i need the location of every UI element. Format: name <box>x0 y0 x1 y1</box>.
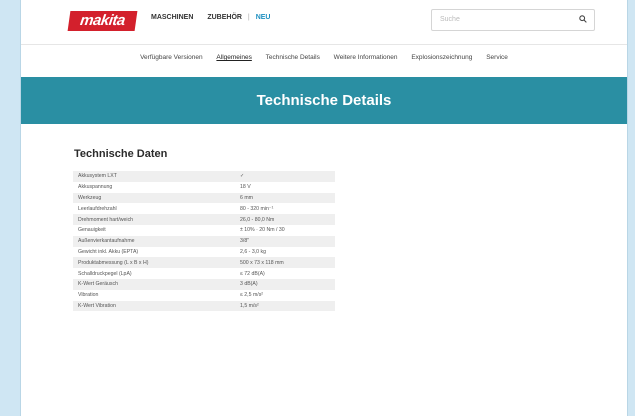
subnav-technische-details[interactable]: Technische Details <box>266 46 320 70</box>
spec-label: Akkusystem LXT <box>73 171 235 182</box>
subnav-weitere-informationen[interactable]: Weitere Informationen <box>334 46 398 70</box>
spec-value: 18 V <box>235 181 335 193</box>
nav-item-zubehoer[interactable]: ZUBEHÖR <box>207 14 242 21</box>
spec-label: Akkuspannung <box>73 181 235 193</box>
spec-label: Außenvierkantaufnahme <box>73 235 235 247</box>
table-row: Drehmoment hart/weich 26,0 - 80,0 Nm <box>73 214 335 225</box>
makita-logo[interactable]: makita <box>67 11 138 31</box>
spec-value: 2,6 - 3,0 kg <box>235 246 335 258</box>
spec-label: Produktabmessung (L x B x H) <box>73 257 235 269</box>
subnav-explosionszeichnung[interactable]: Explosionszeichnung <box>411 46 472 70</box>
table-row: K-Wert Vibration 1,5 m/s² <box>73 300 335 312</box>
spec-value: ≤ 2,5 m/s² <box>235 289 335 301</box>
spec-value: 500 x 73 x 118 mm <box>235 257 335 269</box>
section-banner: Technische Details <box>21 77 627 124</box>
spec-value: 1,5 m/s² <box>235 300 335 312</box>
spec-value: ± 10% · 20 Nm / 30 <box>235 224 335 236</box>
nav-item-maschinen[interactable]: MASCHINEN <box>151 14 193 21</box>
search-icon[interactable] <box>579 15 587 23</box>
spec-value: 3 dB(A) <box>235 278 335 290</box>
spec-value: ≤ 72 dB(A) <box>235 268 335 279</box>
spec-value: 26,0 - 80,0 Nm <box>235 214 335 225</box>
spec-value: 6 mm <box>235 192 335 204</box>
table-row: Schalldruckpegel (LpA) ≤ 72 dB(A) <box>73 268 335 279</box>
specs-title: Technische Daten <box>74 148 168 160</box>
table-row: Vibration ≤ 2,5 m/s² <box>73 289 335 301</box>
spec-label: K-Wert Vibration <box>73 300 235 312</box>
spec-value: 80 - 320 min⁻¹ <box>235 203 335 215</box>
page-frame: makita MASCHINEN ZUBEHÖR | NEU Suche Ver… <box>20 0 628 416</box>
table-row: Produktabmessung (L x B x H) 500 x 73 x 1… <box>73 257 335 269</box>
spec-label: K-Wert Geräusch <box>73 278 235 290</box>
subnav-verfuegbare-versionen[interactable]: Verfügbare Versionen <box>140 46 203 70</box>
subnav-allgemeines[interactable]: Allgemeines <box>216 46 251 70</box>
spec-label: Werkzeug <box>73 192 235 204</box>
table-row: Akkusystem LXT ✓ <box>73 171 335 182</box>
nav-divider: | <box>247 14 250 21</box>
subnav-service[interactable]: Service <box>486 46 508 70</box>
spec-value: 3/8" <box>235 235 335 247</box>
spec-label: Genauigkeit <box>73 224 235 236</box>
table-row: Leerlaufdrehzahl 80 - 320 min⁻¹ <box>73 203 335 215</box>
table-row: Gewicht inkl. Akku (EPTA) 2,6 - 3,0 kg <box>73 246 335 258</box>
specs-table: Akkusystem LXT ✓ Akkuspannung 18 V Werkzeu… <box>73 171 335 312</box>
main-nav: MASCHINEN ZUBEHÖR | NEU <box>151 14 282 21</box>
search-input[interactable]: Suche <box>440 16 460 23</box>
table-row: Außenvierkantaufnahme 3/8" <box>73 235 335 247</box>
spec-label: Leerlaufdrehzahl <box>73 203 235 215</box>
sub-nav: Verfügbare Versionen Allgemeines Technis… <box>21 46 627 70</box>
table-row: Werkzeug 6 mm <box>73 192 335 204</box>
table-row: K-Wert Geräusch 3 dB(A) <box>73 278 335 290</box>
spec-label: Gewicht inkl. Akku (EPTA) <box>73 246 235 258</box>
spec-label: Schalldruckpegel (LpA) <box>73 268 235 279</box>
search-box[interactable]: Suche <box>431 9 595 31</box>
table-row: Akkuspannung 18 V <box>73 181 335 193</box>
spec-label: Drehmoment hart/weich <box>73 214 235 225</box>
nav-item-neu[interactable]: NEU <box>256 14 271 21</box>
table-row: Genauigkeit ± 10% · 20 Nm / 30 <box>73 224 335 236</box>
top-header: makita MASCHINEN ZUBEHÖR | NEU Suche <box>21 0 627 45</box>
spec-value: ✓ <box>235 171 335 182</box>
spec-label: Vibration <box>73 289 235 301</box>
